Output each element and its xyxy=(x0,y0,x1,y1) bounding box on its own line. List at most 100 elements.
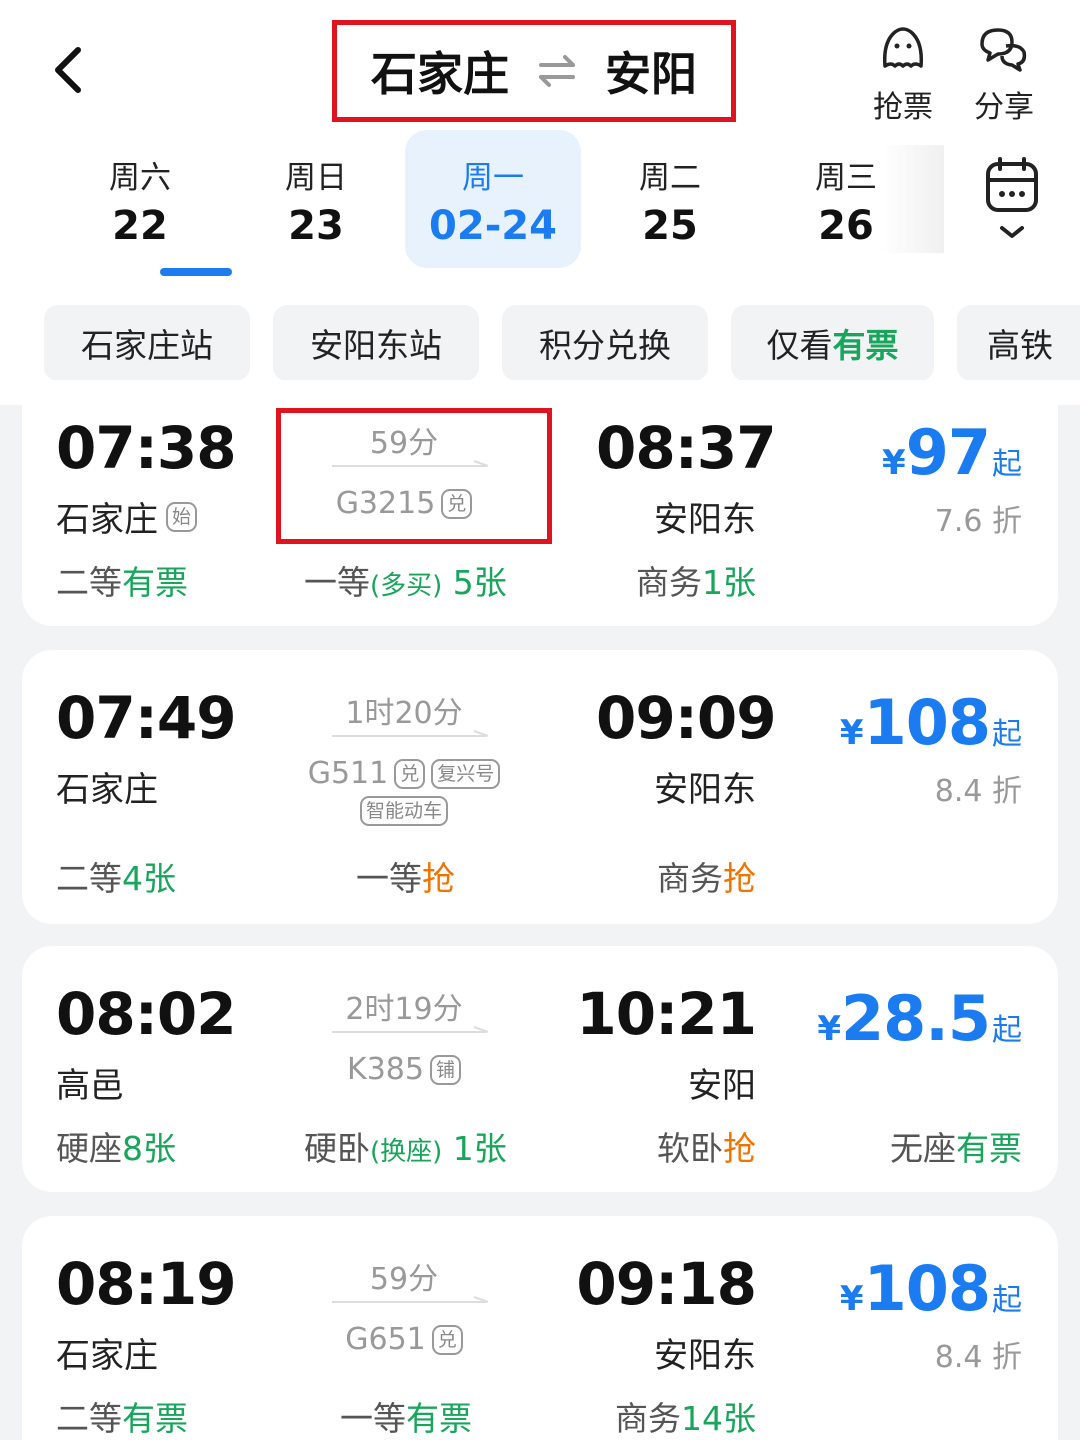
date-tab-tue[interactable]: 周二 25 xyxy=(582,130,758,268)
train-number-text: G511 xyxy=(307,756,389,791)
depart-time: 07:49 xyxy=(56,684,237,752)
depart-time: 07:38 xyxy=(56,414,237,482)
depart-station-name: 石家庄 xyxy=(56,500,158,540)
discount: 7.6 折 xyxy=(934,504,1022,539)
train-card[interactable]: 08:02 高邑 2时19分 K385 铺 10:21 安阳 ¥ 28.5 起 … xyxy=(22,946,1058,1192)
filter-label: 仅看 xyxy=(766,326,833,365)
train-number[interactable]: K385 铺 xyxy=(254,1052,554,1087)
date-tab-indicator xyxy=(160,268,232,276)
train-number[interactable]: G511 兑 复兴号 xyxy=(254,756,554,791)
seat-name: 商务 xyxy=(657,859,723,898)
seat-business-class: 商务1张 xyxy=(636,556,756,604)
depart-station-name: 石家庄 xyxy=(56,770,158,810)
calendar-button[interactable] xyxy=(980,156,1044,246)
seat-hard-sleeper: 硬卧(换座) 1张 xyxy=(304,1122,507,1170)
seat-status: 8张 xyxy=(122,1129,176,1168)
date-weekday: 周一 xyxy=(462,160,524,196)
seat-status: 14张 xyxy=(681,1399,756,1438)
seat-name: 一等 xyxy=(304,563,370,602)
price-suffix: 起 xyxy=(992,717,1022,752)
seat-name: 软卧 xyxy=(657,1129,723,1168)
train-card[interactable]: 07:49 石家庄 1时20分 G511 兑 复兴号 智能动车 09:09 安阳… xyxy=(22,650,1058,924)
filter-bar: 石家庄站 安阳东站 积分兑换 仅看 有票 高铁 xyxy=(44,305,1080,381)
date-weekday: 周六 xyxy=(109,160,171,196)
seat-first-class: 一等有票 xyxy=(340,1392,472,1440)
date-day: 22 xyxy=(112,203,168,249)
route-title[interactable]: 石家庄 安阳 xyxy=(332,20,736,122)
arrive-station: 安阳东 xyxy=(654,1328,756,1377)
arrive-station-name: 安阳 xyxy=(688,1066,756,1106)
train-number-text: K385 xyxy=(347,1052,424,1087)
date-selector: 周六 22 周日 23 周一 02-24 周二 25 周三 26 xyxy=(52,130,942,280)
date-tab-mon-selected[interactable]: 周一 02-24 xyxy=(405,130,581,268)
depart-station: 石家庄 始 xyxy=(56,492,198,541)
chevron-left-icon xyxy=(55,47,81,93)
price-amount: 108 xyxy=(863,686,991,759)
price-currency: ¥ xyxy=(882,443,906,483)
arrive-time: 08:37 xyxy=(596,414,777,482)
date-weekday: 周日 xyxy=(285,160,347,196)
price-amount: 97 xyxy=(905,416,991,489)
ghost-icon xyxy=(882,27,924,68)
seat-first-class: 一等抢 xyxy=(356,852,455,900)
discount: 8.4 折 xyxy=(934,774,1022,809)
grab-ticket-button[interactable]: 抢票 xyxy=(858,22,948,126)
direction-arrow-icon xyxy=(332,1296,489,1303)
train-card[interactable]: 08:19 石家庄 59分 G651 兑 09:18 安阳东 ¥ 108 起 8… xyxy=(22,1216,1058,1440)
seat-status: 1张 xyxy=(702,563,756,602)
depart-time: 08:02 xyxy=(56,980,237,1048)
seat-name: 二等 xyxy=(56,859,122,898)
filter-label: 积分兑换 xyxy=(539,326,671,365)
back-button[interactable] xyxy=(40,36,104,106)
train-number-text: G651 xyxy=(345,1322,426,1357)
exchange-badge: 兑 xyxy=(394,758,426,789)
filter-depart-station[interactable]: 石家庄站 xyxy=(44,305,250,381)
seat-business-class: 商务抢 xyxy=(657,852,756,900)
filter-arrive-station[interactable]: 安阳东站 xyxy=(273,305,479,381)
duration: 2时19分 xyxy=(345,992,463,1027)
arrive-station: 安阳东 xyxy=(654,492,756,541)
share-label: 分享 xyxy=(974,90,1034,125)
highlight-box xyxy=(276,408,552,544)
date-tab-sat[interactable]: 周六 22 xyxy=(52,130,228,268)
grab-ticket-label: 抢票 xyxy=(873,90,933,125)
route-to: 安阳 xyxy=(605,47,697,101)
train-type: 智能动车 xyxy=(254,796,554,826)
chat-icon xyxy=(980,28,1027,72)
seat-business-class: 商务14张 xyxy=(615,1392,756,1440)
date-day: 02-24 xyxy=(429,203,557,249)
seat-status: 有票 xyxy=(122,563,188,602)
share-button[interactable]: 分享 xyxy=(959,22,1049,126)
fuxing-badge: 复兴号 xyxy=(431,758,501,789)
arrive-station-name: 安阳东 xyxy=(654,500,756,540)
arrive-station: 安阳东 xyxy=(654,762,756,811)
exchange-badge: 兑 xyxy=(431,1324,463,1355)
arrive-time: 09:18 xyxy=(576,1250,757,1318)
seat-name: 商务 xyxy=(636,563,702,602)
direction-arrow-icon xyxy=(332,730,489,737)
swap-icon[interactable] xyxy=(537,51,577,91)
filter-points-exchange[interactable]: 积分兑换 xyxy=(502,305,708,381)
duration: 59分 xyxy=(369,1262,439,1297)
seat-name: 二等 xyxy=(56,563,122,602)
seat-second-class: 二等有票 xyxy=(56,1392,188,1440)
route-from: 石家庄 xyxy=(371,47,509,101)
seat-note: (换座) xyxy=(370,1137,443,1167)
filter-label-highlight: 有票 xyxy=(832,326,899,365)
price-suffix: 起 xyxy=(992,1013,1022,1048)
seat-status: 有票 xyxy=(956,1129,1022,1168)
depart-station-name: 高邑 xyxy=(56,1066,124,1106)
price-suffix: 起 xyxy=(992,447,1022,482)
arrive-time: 10:21 xyxy=(576,980,757,1048)
date-tab-sun[interactable]: 周日 23 xyxy=(228,130,404,268)
seat-status: 有票 xyxy=(122,1399,188,1438)
seat-status: 抢 xyxy=(422,859,455,898)
filter-available-only[interactable]: 仅看 有票 xyxy=(731,305,934,381)
seat-second-class: 二等有票 xyxy=(56,556,188,604)
seat-name: 无座 xyxy=(890,1129,956,1168)
train-number[interactable]: G651 兑 xyxy=(254,1322,554,1357)
seat-status: 1张 xyxy=(452,1129,507,1168)
filter-label: 高铁 xyxy=(987,326,1053,365)
filter-high-speed[interactable]: 高铁 xyxy=(957,305,1080,381)
seat-status: 抢 xyxy=(723,1129,756,1168)
